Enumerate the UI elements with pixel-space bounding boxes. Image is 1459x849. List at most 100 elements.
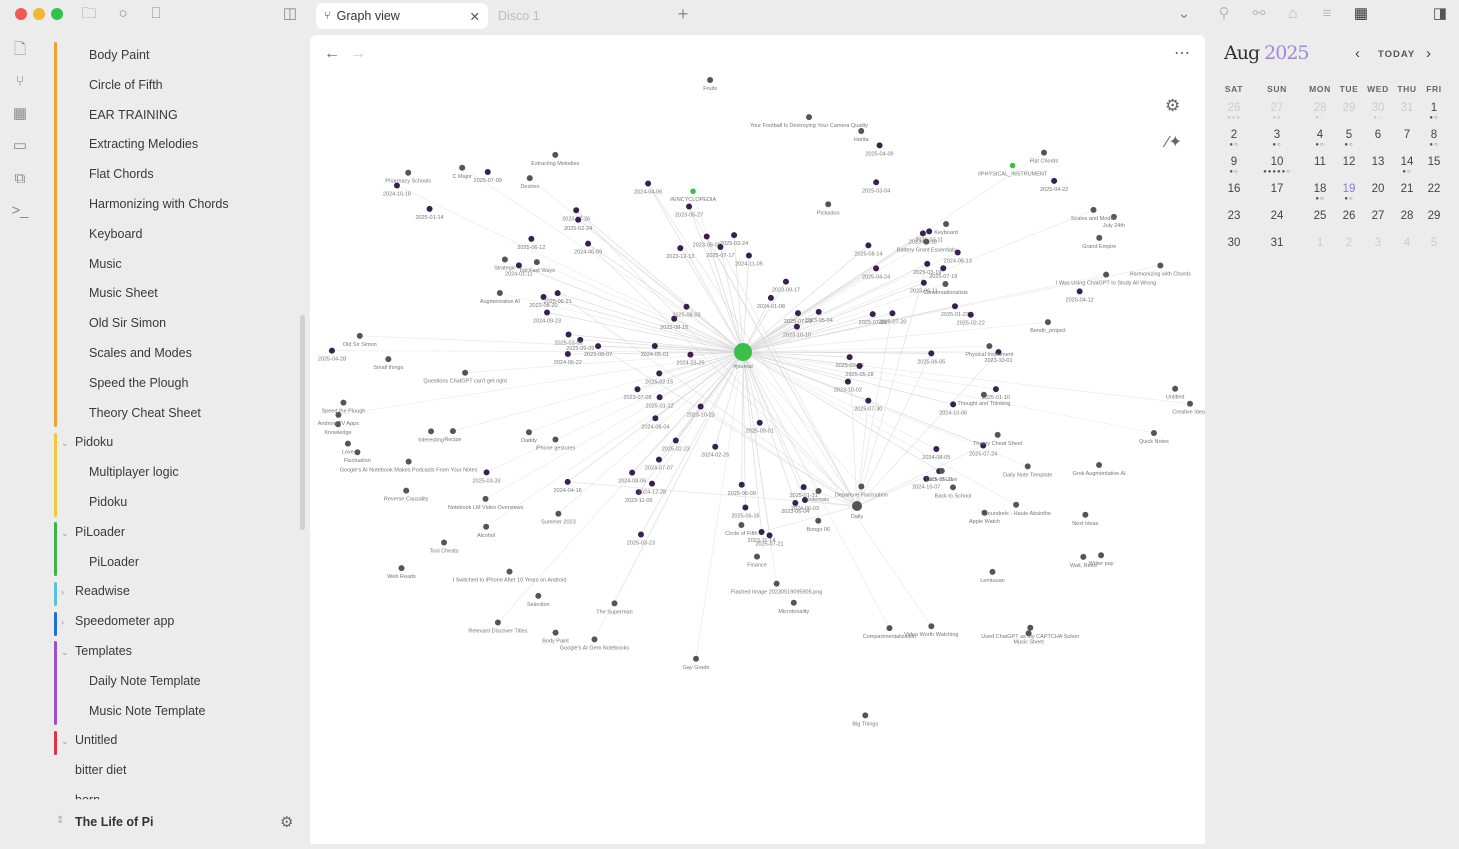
graph-node-date[interactable] xyxy=(926,228,932,234)
file-item[interactable]: Extracting Melodies xyxy=(89,137,198,151)
folder-chevron-icon[interactable]: ⌄ xyxy=(61,736,69,747)
graph-node-date[interactable] xyxy=(873,265,879,271)
graph-node-date[interactable] xyxy=(671,316,677,322)
graph-node-note[interactable] xyxy=(1187,401,1193,407)
graph-node-note[interactable] xyxy=(1098,552,1104,558)
graph-view-pane[interactable]: 2023-10-012023-06-042023-11-052024-09-23… xyxy=(310,35,1205,844)
calendar-day[interactable]: 28 xyxy=(1392,210,1422,222)
calendar-day[interactable]: 1●○ xyxy=(1419,102,1449,121)
settings-gear-icon[interactable]: ⚙ xyxy=(280,813,293,831)
calendar-day[interactable]: 15 xyxy=(1419,156,1449,168)
graph-node-date[interactable] xyxy=(704,234,710,240)
chevron-down-icon[interactable]: ⌄ xyxy=(1174,6,1194,22)
graph-node-date[interactable] xyxy=(746,253,752,259)
graph-node-note[interactable] xyxy=(427,206,433,212)
new-tab-icon[interactable]: + xyxy=(673,6,693,22)
graph-node-note[interactable] xyxy=(405,170,411,176)
graph-node-date[interactable] xyxy=(950,401,956,407)
calendar-day[interactable]: 27 xyxy=(1363,210,1393,222)
calendar-day[interactable]: 22 xyxy=(1419,183,1449,195)
outline-icon[interactable]: ≡ xyxy=(1317,6,1337,22)
graph-node-note[interactable] xyxy=(1077,288,1083,294)
graph-node-date[interactable] xyxy=(742,505,748,511)
previous-month-icon[interactable]: ‹ xyxy=(1355,45,1360,62)
graph-node-note[interactable] xyxy=(553,630,559,636)
terminal-icon[interactable]: >_ xyxy=(10,203,30,219)
calendar-icon[interactable]: ▦ xyxy=(1351,6,1371,22)
graph-node-note[interactable] xyxy=(459,165,465,171)
graph-node-note[interactable] xyxy=(385,356,391,362)
file-item[interactable]: PiLoader xyxy=(89,555,139,569)
graph-node-date[interactable] xyxy=(847,354,853,360)
graph-node-note[interactable] xyxy=(399,565,405,571)
graph-node-date[interactable] xyxy=(544,309,550,315)
folder-icon[interactable]: 🗀 xyxy=(79,6,99,22)
graph-node-date[interactable] xyxy=(783,279,789,285)
graph-node-note[interactable] xyxy=(441,540,447,546)
calendar-day[interactable]: 6 xyxy=(1363,129,1393,141)
graph-node-note[interactable] xyxy=(357,333,363,339)
folder-item[interactable]: Pidoku xyxy=(75,435,113,449)
bookmark-icon[interactable]: ⎕ xyxy=(146,6,166,22)
graph-node-date[interactable] xyxy=(565,479,571,485)
calendar-day[interactable]: 10●●●●●○ xyxy=(1262,156,1292,175)
graph-node-note[interactable] xyxy=(1091,207,1097,213)
templates-icon[interactable]: ⧉ xyxy=(10,171,30,187)
graph-node-note[interactable] xyxy=(527,175,533,181)
graph-node-date[interactable] xyxy=(924,261,930,267)
open-quick-switcher-icon[interactable]: 🗋 xyxy=(10,42,30,58)
graph-node-date[interactable] xyxy=(768,295,774,301)
graph-node-note[interactable] xyxy=(1051,178,1057,184)
graph-canvas[interactable]: 2023-10-012023-06-042023-11-052024-09-23… xyxy=(310,35,1205,844)
graph-node-note[interactable] xyxy=(858,484,864,490)
file-item[interactable]: bitter diet xyxy=(75,763,126,777)
graph-node-date[interactable] xyxy=(555,290,561,296)
backlinks-icon[interactable]: ⚲ xyxy=(1214,6,1234,22)
graph-node-date[interactable] xyxy=(928,350,934,356)
outgoing-links-icon[interactable]: ⚯ xyxy=(1249,6,1269,22)
graph-node-note[interactable] xyxy=(986,343,992,349)
graph-node-date[interactable] xyxy=(920,230,926,236)
graph-node-note[interactable] xyxy=(528,236,534,242)
calendar-day[interactable]: 29 xyxy=(1334,102,1364,114)
graph-node-note[interactable] xyxy=(690,188,696,194)
graph-node-note[interactable] xyxy=(1013,502,1019,508)
file-item[interactable]: Old Sir Simon xyxy=(89,316,166,330)
calendar-day[interactable]: 21 xyxy=(1392,183,1422,195)
file-item[interactable]: Daily Note Template xyxy=(89,674,201,688)
graph-node-note[interactable] xyxy=(1025,463,1031,469)
graph-node-date[interactable] xyxy=(856,363,862,369)
calendar-day[interactable]: 24 xyxy=(1262,210,1292,222)
graph-node-note[interactable] xyxy=(1096,462,1102,468)
graph-node-note[interactable] xyxy=(1096,235,1102,241)
folder-chevron-icon[interactable]: ⌄ xyxy=(61,647,69,658)
graph-node-note[interactable] xyxy=(612,600,618,606)
file-item[interactable]: Keyboard xyxy=(89,227,143,241)
graph-node-note[interactable] xyxy=(450,428,456,434)
calendar-day[interactable]: 26●●● xyxy=(1219,102,1249,121)
folder-chevron-icon[interactable]: ⌄ xyxy=(61,438,69,449)
calendar-day[interactable]: 26 xyxy=(1334,210,1364,222)
sidebar-scrollbar[interactable] xyxy=(300,315,305,530)
folder-chevron-icon[interactable]: ⌄ xyxy=(61,528,69,539)
graph-node-date[interactable] xyxy=(585,241,591,247)
folder-item[interactable]: Readwise xyxy=(75,584,130,598)
calendar-day[interactable]: 23 xyxy=(1219,210,1249,222)
graph-node-note[interactable] xyxy=(649,481,655,487)
tags-icon[interactable]: ⌂ xyxy=(1283,6,1303,22)
calendar-day[interactable]: 16 xyxy=(1219,183,1249,195)
file-item[interactable]: Multiplayer logic xyxy=(89,465,179,479)
graph-node-note[interactable] xyxy=(1103,272,1109,278)
calendar-day[interactable]: 27●● xyxy=(1262,102,1292,121)
graph-node-note[interactable] xyxy=(340,400,346,406)
file-item[interactable]: Scales and Modes xyxy=(89,346,192,360)
calendar-day[interactable]: 30 xyxy=(1219,237,1249,249)
graph-node-note[interactable] xyxy=(495,619,501,625)
graph-node-note[interactable] xyxy=(354,449,360,455)
graph-node-date[interactable] xyxy=(652,415,658,421)
graph-node-note[interactable] xyxy=(483,524,489,530)
graph-node-note[interactable] xyxy=(462,370,468,376)
graph-node-note[interactable] xyxy=(484,469,490,475)
graph-node-note[interactable] xyxy=(933,446,939,452)
calendar-day[interactable]: 3●○ xyxy=(1262,129,1292,148)
